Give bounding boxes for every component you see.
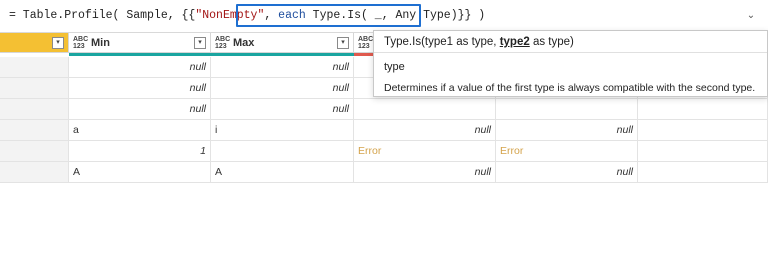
table-cell[interactable] [638, 162, 768, 182]
table-cell[interactable]: null [496, 120, 638, 140]
table-cell[interactable]: null [69, 99, 211, 119]
formula-selection-highlight [236, 4, 421, 27]
table-cell[interactable]: null [354, 120, 496, 140]
type-any-icon[interactable]: ABC 123 [215, 36, 230, 50]
table-cell[interactable]: 1 [69, 141, 211, 161]
filter-dropdown-icon[interactable]: ▾ [337, 37, 349, 49]
signature-suffix: as type) [529, 36, 574, 48]
row-number[interactable] [0, 99, 69, 119]
column-quality-bar [69, 53, 211, 56]
row-number[interactable] [0, 57, 69, 77]
table-row: a i null null [0, 120, 768, 141]
expand-formula-chevron-icon[interactable]: ⌄ [744, 9, 758, 23]
type-any-icon[interactable]: ABC 123 [73, 36, 88, 50]
table-cell[interactable]: null [69, 57, 211, 77]
type-any-icon[interactable]: ABC 123 [358, 36, 373, 50]
filter-dropdown-icon[interactable]: ▾ [194, 37, 206, 49]
row-number[interactable] [0, 162, 69, 182]
table-cell[interactable]: null [496, 162, 638, 182]
tooltip-divider [374, 52, 767, 53]
intellisense-tooltip: Type.Is(type1 as type, type2 as type) ty… [373, 30, 768, 97]
table-cell[interactable]: null [211, 78, 354, 98]
column-header-min[interactable]: ABC 123 Min ▾ [69, 33, 211, 52]
error-cell[interactable]: Error [496, 141, 638, 161]
column-header-max[interactable]: ABC 123 Max ▾ [211, 33, 354, 52]
column-quality-bar [211, 53, 354, 56]
signature-prefix: Type.Is(type1 as type, [384, 36, 500, 48]
table-cell[interactable] [638, 120, 768, 140]
parameter-name: type [384, 61, 405, 73]
table-cell[interactable]: null [69, 78, 211, 98]
table-row: null null [0, 99, 768, 120]
table-cell[interactable]: null [211, 57, 354, 77]
table-cell[interactable]: A [69, 162, 211, 182]
function-signature: Type.Is(type1 as type, type2 as type) [384, 36, 574, 48]
table-corner-menu[interactable]: ▾ [0, 33, 69, 52]
table-menu-dropdown-icon[interactable]: ▾ [52, 37, 64, 49]
table-cell[interactable] [638, 141, 768, 161]
function-description: Determines if a value of the first type … [384, 82, 756, 94]
table-cell[interactable] [638, 99, 768, 119]
table-row: 1 Error Error [0, 141, 768, 162]
row-number[interactable] [0, 120, 69, 140]
table-cell[interactable] [496, 99, 638, 119]
table-cell[interactable]: A [211, 162, 354, 182]
table-cell[interactable] [211, 141, 354, 161]
table-cell[interactable]: null [354, 162, 496, 182]
column-name-min: Min [91, 36, 110, 49]
table-row: A A null null [0, 162, 768, 183]
column-name-max: Max [233, 36, 255, 49]
table-cell[interactable]: i [211, 120, 354, 140]
table-cell[interactable]: null [211, 99, 354, 119]
table-cell[interactable]: a [69, 120, 211, 140]
row-number[interactable] [0, 78, 69, 98]
formula-prefix: = Table.Profile( Sample, {{ [9, 9, 196, 22]
row-number[interactable] [0, 141, 69, 161]
formula-bar[interactable]: = Table.Profile( Sample, {{"NonEmpty", e… [0, 0, 768, 33]
error-cell[interactable]: Error [354, 141, 496, 161]
table-cell[interactable] [354, 99, 496, 119]
active-parameter: type2 [499, 36, 530, 48]
